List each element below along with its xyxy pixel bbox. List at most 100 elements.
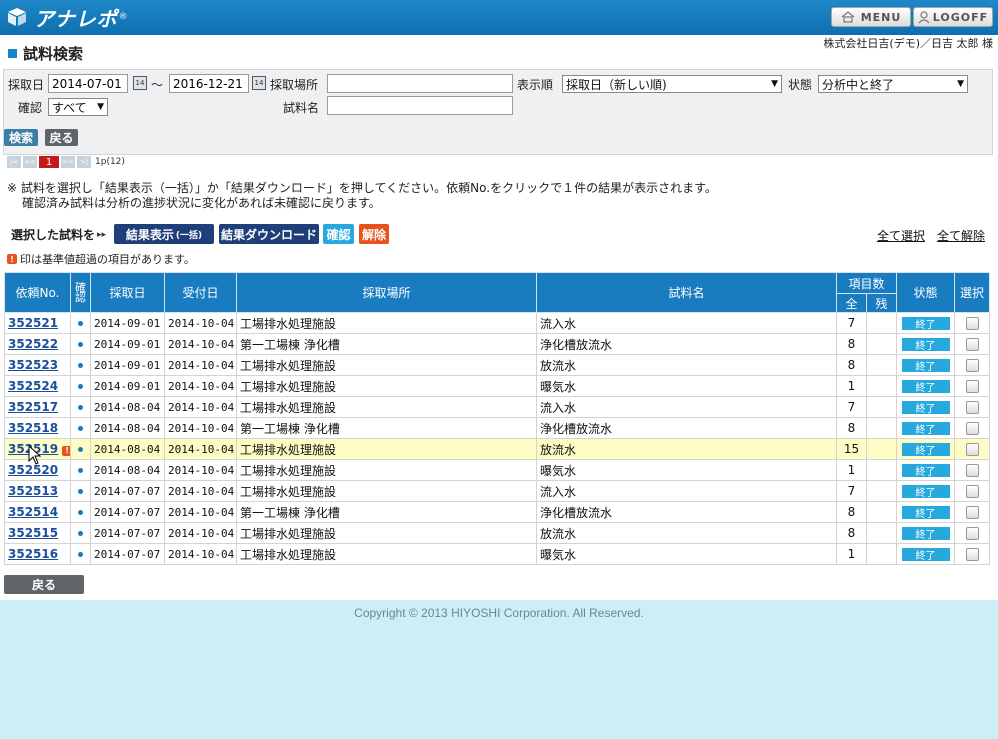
back-button[interactable]: 戻る (45, 129, 78, 146)
place-input[interactable] (327, 74, 513, 93)
release-button[interactable]: 解除 (359, 224, 389, 244)
cell-sample-name: 浄化槽放流水 (536, 333, 837, 355)
status-button[interactable]: 終了 (901, 505, 950, 520)
date-to-input[interactable] (169, 74, 249, 93)
table-row[interactable]: 352519! 2014-08-04 2014-10-04 工場排水処理施設 放流水 15… (4, 438, 991, 460)
table-row[interactable]: 352524 2014-09-01 2014-10-04 工場排水処理施設 曝気水 1 終了 (4, 375, 991, 397)
table-row[interactable]: 352523 2014-09-01 2014-10-04 工場排水処理施設 放流水 8 終了 (4, 354, 991, 376)
cell-sample-date: 2014-07-07 (90, 543, 165, 565)
status-button[interactable]: 終了 (901, 463, 950, 478)
status-button[interactable]: 終了 (901, 337, 950, 352)
request-id-link[interactable]: 352520 (8, 463, 58, 477)
cell-id: 352518 (4, 417, 71, 439)
status-button[interactable]: 終了 (901, 547, 950, 562)
status-button[interactable]: 終了 (901, 526, 950, 541)
calendar-icon[interactable]: 14 (133, 76, 147, 90)
select-checkbox[interactable] (965, 379, 979, 393)
order-select[interactable]: 採取日（新しい順) ▼ (562, 75, 782, 93)
select-checkbox[interactable] (965, 316, 979, 330)
cell-confirm (70, 459, 91, 481)
sample-name-input[interactable] (327, 96, 513, 115)
table-row[interactable]: 352518 2014-08-04 2014-10-04 第一工場棟 浄化槽 浄化槽放流… (4, 417, 991, 439)
request-id-link[interactable]: 352518 (8, 421, 58, 435)
cell-confirm (70, 543, 91, 565)
calendar-icon[interactable]: 14 (252, 76, 266, 90)
status-select-value: 分析中と終了 (822, 77, 895, 92)
footer-back-button[interactable]: 戻る (4, 575, 84, 594)
request-id-link[interactable]: 352522 (8, 337, 58, 351)
user-info: 株式会社日吉(デモ)／日吉 太郎 様 (823, 37, 993, 50)
confirm-select[interactable]: すべて ▼ (48, 98, 108, 116)
current-page[interactable]: 1 (39, 156, 59, 168)
date-from-input[interactable] (48, 74, 128, 93)
request-id-link[interactable]: 352513 (8, 484, 58, 498)
unconfirmed-dot-icon (78, 530, 83, 536)
request-id-link[interactable]: 352514 (8, 505, 58, 519)
next-page-button[interactable]: >> (61, 156, 75, 168)
request-id-link[interactable]: 352523 (8, 358, 58, 372)
download-results-button[interactable]: 結果ダウンロード (219, 224, 319, 244)
select-checkbox[interactable] (965, 442, 979, 456)
table-row[interactable]: 352522 2014-09-01 2014-10-04 第一工場棟 浄化槽 浄化槽放流… (4, 333, 991, 355)
select-checkbox[interactable] (965, 484, 979, 498)
search-button[interactable]: 検索 (4, 129, 38, 146)
status-button[interactable]: 終了 (901, 442, 950, 457)
select-checkbox[interactable] (965, 400, 979, 414)
deselect-all-link[interactable]: 全て解除 (937, 227, 985, 244)
select-checkbox[interactable] (965, 463, 979, 477)
request-id-link[interactable]: 352517 (8, 400, 58, 414)
copyright: Copyright © 2013 HIYOSHI Corporation. Al… (354, 606, 644, 620)
app-name: アナレポ (34, 6, 118, 31)
cell-id: 352523 (4, 354, 71, 376)
cell-select (954, 543, 991, 565)
status-button[interactable]: 終了 (901, 316, 950, 331)
select-checkbox[interactable] (965, 337, 979, 351)
cell-status: 終了 (896, 396, 956, 418)
cell-item-remain (865, 459, 898, 481)
table-row[interactable]: 352516 2014-07-07 2014-10-04 工場排水処理施設 曝気水 1 終了 (4, 543, 991, 565)
select-all-link[interactable]: 全て選択 (877, 227, 925, 244)
status-button[interactable]: 終了 (901, 421, 950, 436)
request-id-link[interactable]: 352516 (8, 547, 58, 561)
cell-item-all: 8 (836, 417, 867, 439)
unconfirmed-dot-icon (78, 551, 83, 557)
cell-select (954, 396, 991, 418)
cell-confirm (70, 312, 91, 334)
show-results-button[interactable]: 結果表示 (一括) (114, 224, 214, 244)
registered-mark: ® (118, 12, 128, 22)
cell-sample-name: 流入水 (536, 396, 837, 418)
table-row[interactable]: 352521 2014-09-01 2014-10-04 工場排水処理施設 流入水 7 終了 (4, 312, 991, 334)
select-checkbox[interactable] (965, 421, 979, 435)
table-row[interactable]: 352513 2014-07-07 2014-10-04 工場排水処理施設 流入水 7 終了 (4, 480, 991, 502)
cell-place: 工場排水処理施設 (236, 375, 537, 397)
exceed-note: ! 印は基準値超過の項目があります。 (7, 251, 195, 267)
last-page-button[interactable]: >| (77, 156, 91, 168)
status-select[interactable]: 分析中と終了 ▼ (818, 75, 968, 93)
cell-confirm (70, 501, 91, 523)
menu-button[interactable]: MENU (831, 7, 911, 27)
table-row[interactable]: 352514 2014-07-07 2014-10-04 第一工場棟 浄化槽 浄化槽放流… (4, 501, 991, 523)
table-row[interactable]: 352515 2014-07-07 2014-10-04 工場排水処理施設 放流水 8 終了 (4, 522, 991, 544)
request-id-link[interactable]: 352521 (8, 316, 58, 330)
prev-page-button[interactable]: << (23, 156, 37, 168)
confirm-button[interactable]: 確認 (323, 224, 354, 244)
logoff-button[interactable]: LOGOFF (913, 7, 993, 27)
select-checkbox[interactable] (965, 526, 979, 540)
select-checkbox[interactable] (965, 505, 979, 519)
select-checkbox[interactable] (965, 547, 979, 561)
first-page-button[interactable]: |< (7, 156, 21, 168)
cell-received-date: 2014-10-04 (164, 333, 237, 355)
place-label: 採取場所 (270, 78, 319, 92)
status-button[interactable]: 終了 (901, 379, 950, 394)
status-label: 状態 (788, 78, 813, 92)
request-id-link[interactable]: 352524 (8, 379, 58, 393)
table-row[interactable]: 352520 2014-08-04 2014-10-04 工場排水処理施設 曝気水 1 終了 (4, 459, 991, 481)
status-button[interactable]: 終了 (901, 400, 950, 415)
table-row[interactable]: 352517 2014-08-04 2014-10-04 工場排水処理施設 流入水 7 終了 (4, 396, 991, 418)
select-checkbox[interactable] (965, 358, 979, 372)
cell-place: 第一工場棟 浄化槽 (236, 501, 537, 523)
status-button[interactable]: 終了 (901, 484, 950, 499)
app-logo[interactable]: アナレポ ® (6, 4, 128, 31)
request-id-link[interactable]: 352515 (8, 526, 58, 540)
status-button[interactable]: 終了 (901, 358, 950, 373)
